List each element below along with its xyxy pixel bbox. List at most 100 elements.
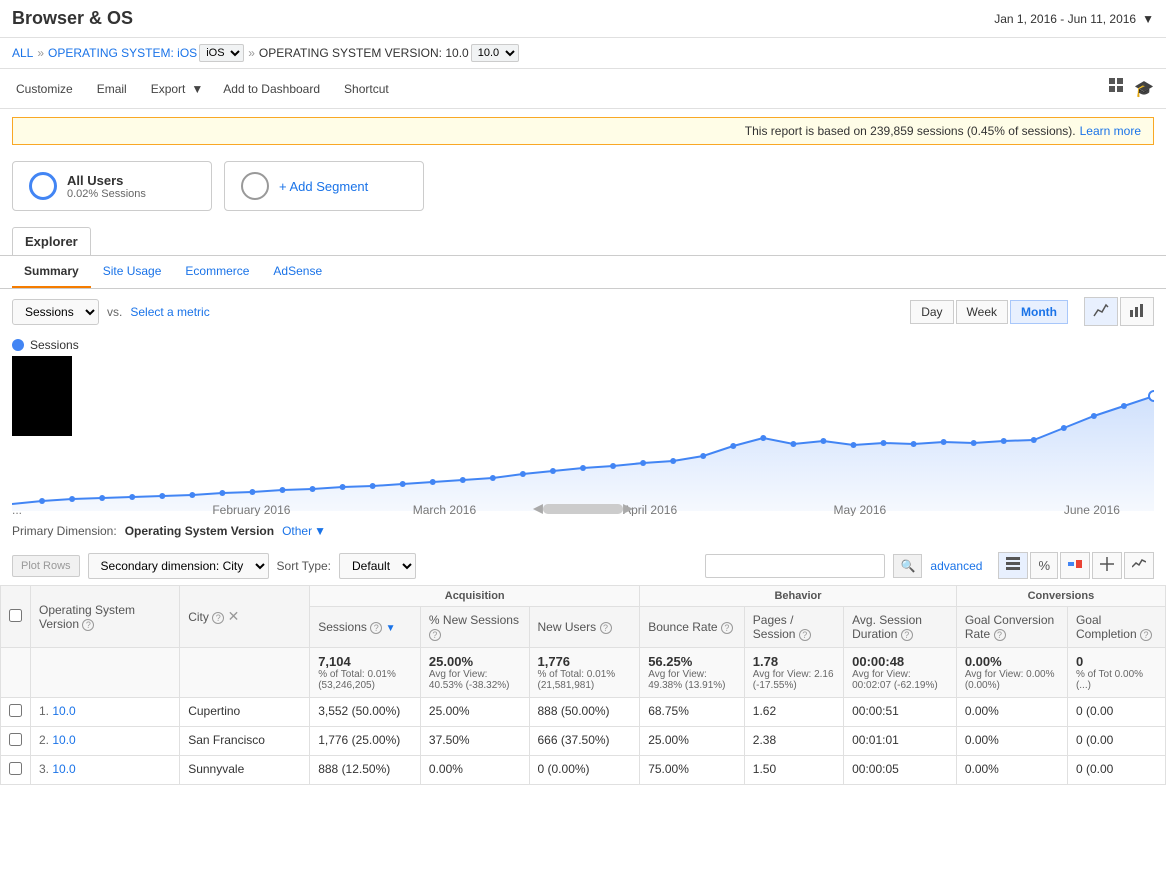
add-segment-box[interactable]: + Add Segment — [224, 161, 424, 211]
advanced-link[interactable]: advanced — [930, 559, 982, 573]
metric-select[interactable]: Sessions — [12, 299, 99, 325]
breadcrumb-os-link[interactable]: OPERATING SYSTEM: iOS — [48, 46, 197, 60]
secondary-dimension-select[interactable]: Secondary dimension: City — [88, 553, 269, 579]
pages-session-help-icon[interactable]: ? — [799, 629, 811, 641]
total-avg-duration: 00:00:48 Avg for View: 00:02:07 (-62.19%… — [844, 648, 957, 698]
goal-completion-header: Goal Completion ? — [1067, 607, 1165, 648]
conversions-header: Conversions — [956, 586, 1165, 607]
data-view-button[interactable] — [998, 552, 1028, 579]
add-to-dashboard-button[interactable]: Add to Dashboard — [219, 80, 324, 98]
table-row: 3. 10.0 Sunnyvale 888 (12.50%) 0.00% 0 (… — [1, 756, 1166, 785]
row-3-os-version[interactable]: 10.0 — [52, 762, 75, 776]
os-version-help-icon[interactable]: ? — [82, 619, 94, 631]
sub-tab-summary[interactable]: Summary — [12, 256, 91, 288]
row-1-os-version[interactable]: 10.0 — [52, 704, 75, 718]
add-segment-label[interactable]: + Add Segment — [279, 179, 368, 194]
tab-explorer[interactable]: Explorer — [12, 227, 91, 255]
export-button[interactable]: Export — [147, 80, 190, 98]
row-2-new-users: 666 (37.50%) — [529, 727, 640, 756]
other-link[interactable]: Other ▼ — [282, 524, 326, 538]
bounce-rate-header: Bounce Rate ? — [640, 607, 745, 648]
sub-tabs: Summary Site Usage Ecommerce AdSense — [0, 256, 1166, 289]
percentage-view-button[interactable]: % — [1030, 552, 1058, 579]
grid-view-icon[interactable] — [1108, 77, 1126, 100]
export-dropdown-icon[interactable]: ▼ — [191, 82, 203, 96]
sessions-label: Sessions — [0, 334, 1166, 356]
goal-completion-help-icon[interactable]: ? — [1140, 629, 1152, 641]
breadcrumb-all[interactable]: ALL — [12, 46, 33, 60]
alert-message: This report is based on 239,859 sessions… — [745, 124, 1076, 138]
shortcut-button[interactable]: Shortcut — [340, 80, 393, 98]
search-button[interactable]: 🔍 — [893, 554, 922, 578]
row-3-pages: 1.50 — [744, 756, 843, 785]
row-3-sessions: 888 (12.50%) — [310, 756, 421, 785]
sessions-sort-icon[interactable]: ▼ — [386, 623, 396, 634]
date-dropdown-icon[interactable]: ▼ — [1142, 12, 1154, 26]
primary-dim-value[interactable]: Operating System Version — [125, 524, 274, 538]
customize-button[interactable]: Customize — [12, 80, 77, 98]
week-button[interactable]: Week — [956, 300, 1008, 324]
row-1-pct-new: 25.00% — [420, 698, 529, 727]
all-users-segment[interactable]: All Users 0.02% Sessions — [12, 161, 212, 211]
row-1-checkbox[interactable] — [9, 704, 22, 717]
segment-circle — [29, 172, 57, 200]
row-2-pct-new: 37.50% — [420, 727, 529, 756]
row-2-os-version[interactable]: 10.0 — [52, 733, 75, 747]
row-1-city: Cupertino — [180, 698, 310, 727]
day-button[interactable]: Day — [910, 300, 953, 324]
row-3-pct-new: 0.00% — [420, 756, 529, 785]
bounce-rate-help-icon[interactable]: ? — [721, 622, 733, 634]
total-sessions: 7,104 % of Total: 0.01% (53,246,205) — [310, 648, 421, 698]
os-dropdown[interactable]: iOS — [199, 44, 244, 62]
new-users-header: New Users ? — [529, 607, 640, 648]
row-1-goal-comp: 0 (0.00 — [1067, 698, 1165, 727]
svg-text:March 2016: March 2016 — [413, 503, 477, 516]
row-1-bounce: 68.75% — [640, 698, 745, 727]
sessions-col-header: Sessions ? ▼ — [310, 607, 421, 648]
sub-tab-site-usage[interactable]: Site Usage — [91, 256, 174, 288]
month-button[interactable]: Month — [1010, 300, 1068, 324]
segment-name: All Users — [67, 173, 146, 188]
row-3-checkbox[interactable] — [9, 762, 22, 775]
goal-conv-rate-header: Goal Conversion Rate ? — [956, 607, 1067, 648]
sessions-help-icon[interactable]: ? — [370, 622, 382, 634]
new-users-help-icon[interactable]: ? — [600, 622, 612, 634]
row-2-duration: 00:01:01 — [844, 727, 957, 756]
pct-new-sessions-help-icon[interactable]: ? — [429, 629, 441, 641]
avg-duration-help-icon[interactable]: ? — [901, 629, 913, 641]
os-version-dropdown[interactable]: 10.0 — [471, 44, 519, 62]
total-goal-conv-rate: 0.00% Avg for View: 0.00% (0.00%) — [956, 648, 1067, 698]
row-1-pages: 1.62 — [744, 698, 843, 727]
city-remove-icon[interactable]: ✕ — [228, 608, 240, 624]
line-chart-button[interactable] — [1084, 297, 1118, 326]
primary-dim-label: Primary Dimension: — [12, 524, 117, 538]
page-title: Browser & OS — [12, 8, 133, 29]
date-range[interactable]: Jan 1, 2016 - Jun 11, 2016 ▼ — [994, 12, 1154, 26]
email-button[interactable]: Email — [93, 80, 131, 98]
comparison-view-button[interactable] — [1060, 552, 1090, 579]
search-input[interactable] — [705, 554, 885, 578]
bar-chart-button[interactable] — [1120, 297, 1154, 326]
select-metric-link[interactable]: Select a metric — [130, 305, 209, 319]
total-bounce-rate: 56.25% Avg for View: 49.38% (13.91%) — [640, 648, 745, 698]
alert-learn-more[interactable]: Learn more — [1080, 124, 1141, 138]
select-all-checkbox[interactable] — [9, 609, 22, 622]
breadcrumb-os: OPERATING SYSTEM: iOS iOS — [48, 44, 244, 62]
row-2-goal-conv: 0.00% — [956, 727, 1067, 756]
plot-rows-button: Plot Rows — [12, 555, 80, 577]
sparkline-view-button[interactable] — [1124, 552, 1154, 579]
svg-text:May 2016: May 2016 — [833, 503, 886, 516]
vs-label: vs. — [107, 305, 122, 319]
row-3-bounce: 75.00% — [640, 756, 745, 785]
pages-session-header: Pages / Session ? — [744, 607, 843, 648]
sub-tab-adsense[interactable]: AdSense — [261, 256, 334, 288]
row-2-pages: 2.38 — [744, 727, 843, 756]
graduation-icon[interactable]: 🎓 — [1134, 79, 1154, 99]
city-header: City ? ✕ — [180, 586, 310, 648]
sort-select[interactable]: Default — [339, 553, 416, 579]
sub-tab-ecommerce[interactable]: Ecommerce — [173, 256, 261, 288]
goal-conv-rate-help-icon[interactable]: ? — [994, 629, 1006, 641]
pivot-view-button[interactable] — [1092, 552, 1122, 579]
city-help-icon[interactable]: ? — [212, 612, 224, 624]
row-2-checkbox[interactable] — [9, 733, 22, 746]
